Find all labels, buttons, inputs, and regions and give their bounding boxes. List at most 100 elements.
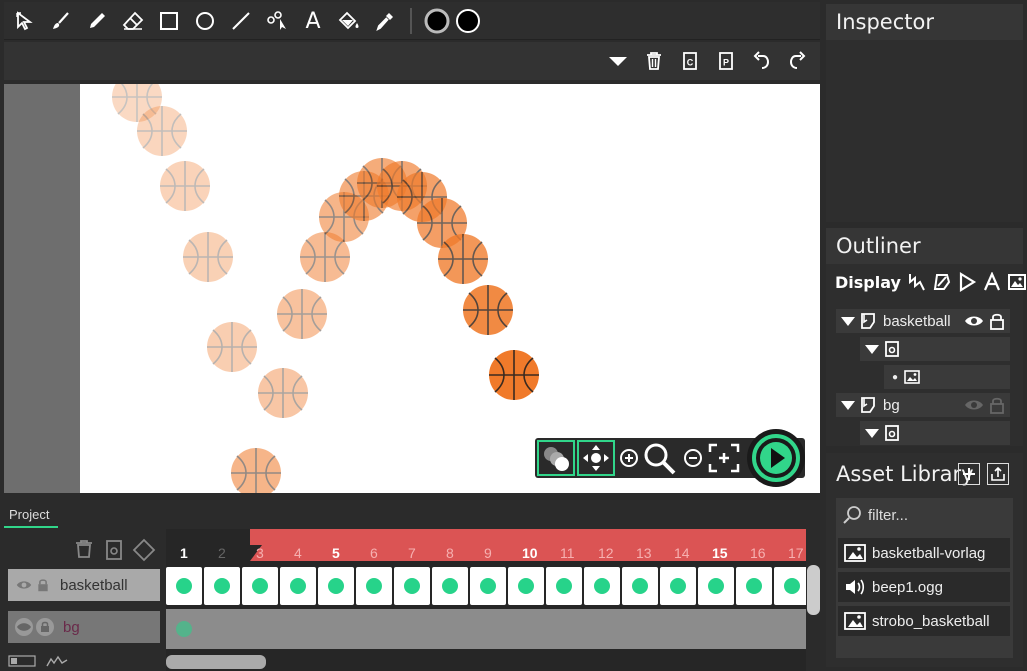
keyframe-cell[interactable]: [166, 567, 202, 605]
redo-icon[interactable]: [786, 50, 808, 72]
frame-number[interactable]: 14: [674, 545, 690, 561]
frame-number[interactable]: 15: [712, 545, 728, 561]
layer-view-toggle[interactable]: [8, 655, 42, 667]
pencil-icon[interactable]: [84, 8, 110, 34]
brush-icon[interactable]: [48, 8, 74, 34]
outliner-row-frame[interactable]: [860, 421, 1010, 445]
add-keyframe-button[interactable]: [132, 538, 156, 562]
bg-layer-track[interactable]: [166, 609, 806, 649]
visibility-eye-icon[interactable]: [14, 617, 34, 637]
outliner-row-basketball[interactable]: basketball: [836, 309, 1010, 333]
keyframe-cell[interactable]: [204, 567, 240, 605]
asset-filter[interactable]: filter...: [836, 498, 1013, 532]
dropdown-icon[interactable]: [607, 50, 629, 72]
tab-project[interactable]: Project: [4, 501, 58, 528]
layer-basketball[interactable]: basketball: [8, 569, 160, 601]
shape-filter-icon[interactable]: [932, 272, 952, 292]
text-filter-icon[interactable]: [982, 272, 1002, 292]
frame-ruler[interactable]: 1 2 3 4 5 6 7 8 9 10 11 12 13 14 15 16 17: [166, 529, 806, 565]
delete-icon[interactable]: [643, 50, 665, 72]
asset-item[interactable]: strobo_basketball: [838, 606, 1010, 636]
keyframe-cell[interactable]: [394, 567, 430, 605]
zoom-out-button[interactable]: [683, 448, 703, 468]
fill-bucket-icon[interactable]: [336, 8, 362, 34]
frame-number[interactable]: 1: [180, 545, 188, 561]
frame-number[interactable]: 16: [750, 545, 766, 561]
keyframe-cell[interactable]: [242, 567, 278, 605]
ellipse-icon[interactable]: [192, 8, 218, 34]
fill-color-icon[interactable]: [455, 8, 481, 34]
basketball-image[interactable]: [487, 348, 541, 402]
frame-number[interactable]: 10: [522, 545, 538, 561]
stage-canvas[interactable]: [4, 84, 820, 493]
lock-icon[interactable]: [35, 617, 55, 637]
outliner-row-image[interactable]: ●: [884, 365, 1010, 389]
asset-item[interactable]: beep1.ogg: [838, 572, 1010, 602]
keyframe-cell[interactable]: [318, 567, 354, 605]
keyframe-cell[interactable]: [470, 567, 506, 605]
path-edit-icon[interactable]: [264, 8, 290, 34]
frame-number[interactable]: 7: [408, 545, 416, 561]
keyframe-cell[interactable]: [356, 567, 392, 605]
keyframe-cell[interactable]: [698, 567, 734, 605]
play-button[interactable]: [747, 429, 805, 487]
keyframe-cell[interactable]: [432, 567, 468, 605]
visibility-eye-icon[interactable]: [16, 579, 32, 591]
keyframe-cell[interactable]: [660, 567, 696, 605]
undo-icon[interactable]: [751, 50, 773, 72]
graph-view-toggle[interactable]: [46, 655, 70, 667]
frame-number[interactable]: 2: [218, 545, 226, 561]
outliner-row-bg[interactable]: bg: [836, 393, 1010, 417]
horizontal-scrollbar[interactable]: [166, 655, 266, 669]
bg-keyframe-dot[interactable]: [176, 621, 192, 637]
add-frame-button[interactable]: [104, 539, 124, 561]
onion-skin-toggle[interactable]: [537, 440, 575, 476]
lock-icon[interactable]: [988, 312, 1006, 330]
image-filter-icon[interactable]: [1007, 272, 1027, 292]
fit-view-button[interactable]: [708, 443, 740, 473]
frame-number[interactable]: 9: [484, 545, 492, 561]
zoom-button[interactable]: [643, 442, 677, 476]
visibility-eye-icon[interactable]: [964, 398, 984, 412]
keyframe-cell[interactable]: [280, 567, 316, 605]
filter-input[interactable]: filter...: [868, 507, 908, 524]
paste-icon[interactable]: P: [715, 50, 737, 72]
text-icon[interactable]: A: [300, 8, 326, 34]
frame-grid[interactable]: 1 2 3 4 5 6 7 8 9 10 11 12 13 14 15 16 17: [166, 529, 806, 671]
lock-icon[interactable]: [988, 396, 1006, 414]
line-icon[interactable]: [228, 8, 254, 34]
keyframe-cell[interactable]: [774, 567, 806, 605]
frame-number[interactable]: 5: [332, 545, 340, 561]
frame-number[interactable]: 13: [636, 545, 652, 561]
zoom-in-button[interactable]: [619, 448, 639, 468]
keyframe-cell[interactable]: [584, 567, 620, 605]
frame-number[interactable]: 11: [560, 545, 575, 561]
outliner-row-frame[interactable]: [860, 337, 1010, 361]
pan-toggle[interactable]: [577, 440, 615, 476]
rectangle-icon[interactable]: [156, 8, 182, 34]
keyframe-cell[interactable]: [622, 567, 658, 605]
add-asset-button[interactable]: [958, 463, 980, 485]
stroke-color-icon[interactable]: [424, 8, 450, 34]
keyframe-cell[interactable]: [546, 567, 582, 605]
play-filter-icon[interactable]: [957, 272, 977, 292]
frame-number[interactable]: 3: [256, 545, 264, 561]
asset-item[interactable]: basketball-vorlag: [838, 538, 1010, 568]
keyframe-cell[interactable]: [508, 567, 544, 605]
frame-number[interactable]: 8: [446, 545, 454, 561]
select-arrow-icon[interactable]: [12, 8, 38, 34]
lock-icon[interactable]: [36, 578, 50, 592]
layer-bg[interactable]: bg: [8, 611, 160, 643]
vertical-scrollbar[interactable]: [807, 565, 820, 615]
delete-layer-button[interactable]: [74, 539, 94, 559]
export-asset-button[interactable]: [987, 463, 1009, 485]
eraser-icon[interactable]: [120, 8, 146, 34]
frame-number[interactable]: 17: [788, 545, 804, 561]
frame-number[interactable]: 12: [598, 545, 614, 561]
visibility-eye-icon[interactable]: [964, 314, 984, 328]
keyframe-cell[interactable]: [736, 567, 772, 605]
tween-filter-icon[interactable]: [907, 272, 927, 292]
frame-number[interactable]: 4: [294, 545, 302, 561]
eyedropper-icon[interactable]: [372, 8, 398, 34]
copy-icon[interactable]: C: [679, 50, 701, 72]
